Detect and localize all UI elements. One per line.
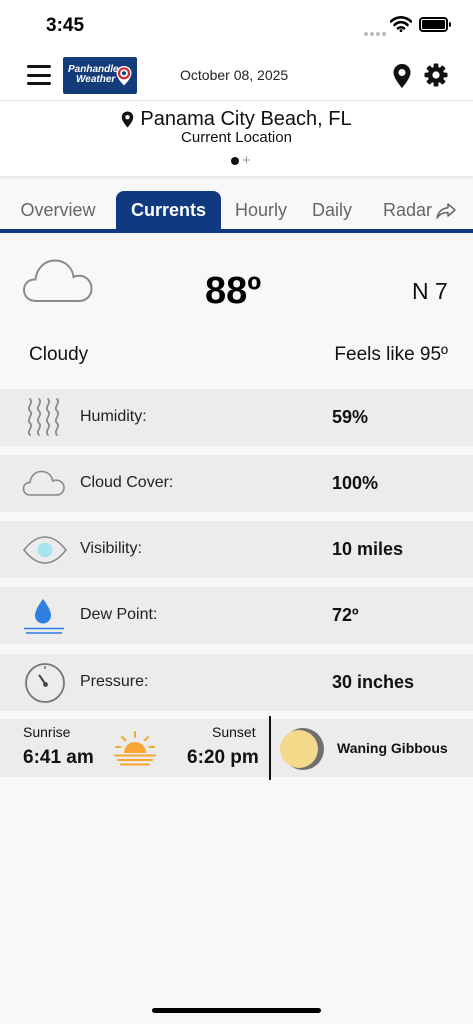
- visibility-label: Visibility:: [80, 540, 142, 557]
- detail-row-dew-point: Dew Point: 72º: [0, 587, 473, 644]
- current-temperature: 88º: [205, 270, 262, 312]
- cloud-cover-label: Cloud Cover:: [80, 474, 174, 491]
- wind-speed: N 7: [412, 278, 448, 304]
- current-conditions: 88º N 7 Cloudy Feels like 95º: [0, 233, 473, 389]
- logo-target-icon: [116, 66, 132, 86]
- tab-radar[interactable]: Radar: [378, 191, 462, 229]
- visibility-value: 10 miles: [332, 539, 404, 559]
- detail-row-visibility: Visibility: 10 miles: [0, 521, 473, 578]
- sunrise-time: 6:41 am: [23, 747, 94, 768]
- humidity-label: Humidity:: [80, 408, 147, 425]
- panhandle-weather-logo: Panhandle Weather: [63, 57, 137, 94]
- detail-row-pressure: Pressure: 30 inches: [0, 654, 473, 711]
- location-pin-icon[interactable]: [392, 63, 412, 89]
- tab-bar: Overview Currents Hourly Daily Radar: [0, 191, 473, 229]
- battery-icon: [419, 17, 451, 32]
- header-date: October 08, 2025: [180, 67, 289, 83]
- location-pager: +: [231, 152, 251, 170]
- sun-moon-divider: [269, 716, 271, 780]
- pressure-label: Pressure:: [80, 673, 149, 690]
- signal-dots-icon: [364, 23, 388, 41]
- status-bar: 3:45: [0, 0, 473, 50]
- location-name: Panama City Beach, FL: [140, 108, 352, 130]
- pressure-value: 30 inches: [332, 672, 415, 692]
- pressure-gauge-icon: [25, 663, 65, 703]
- location-header[interactable]: Panama City Beach, FL Current Location +: [0, 101, 473, 176]
- tab-radar-label: Radar: [382, 200, 433, 220]
- hamburger-menu-icon[interactable]: [27, 65, 51, 85]
- sun-moon-panel: Sunrise 6:41 am Sunset 6:20 pm Waning Gi…: [0, 716, 473, 780]
- feels-like-text: Feels like 95º: [334, 344, 448, 365]
- visibility-eye-icon: [22, 536, 68, 564]
- tab-daily[interactable]: Daily: [305, 191, 359, 229]
- detail-row-humidity: Humidity: 59%: [0, 389, 473, 446]
- sunset-sun-icon: [114, 731, 156, 766]
- condition-text: Cloudy: [29, 344, 89, 365]
- cloud-cover-value: 100%: [332, 473, 379, 493]
- humidity-icon: [27, 398, 60, 436]
- app-header: Panhandle Weather October 08, 2025: [0, 50, 473, 101]
- tab-overview[interactable]: Overview: [12, 191, 104, 229]
- sunrise-label: Sunrise: [23, 724, 71, 740]
- settings-gear-icon[interactable]: [424, 63, 448, 87]
- dew-point-drop-icon: [24, 599, 64, 634]
- cloudy-condition-icon: [22, 259, 93, 302]
- status-time: 3:45: [46, 15, 85, 36]
- sunset-label: Sunset: [212, 724, 256, 740]
- home-indicator[interactable]: [152, 1008, 321, 1013]
- cloud-cover-icon: [22, 470, 65, 496]
- dew-point-value: 72º: [332, 605, 359, 625]
- moon-phase-icon: [280, 728, 324, 770]
- humidity-value: 59%: [332, 407, 369, 427]
- location-pin-small-icon: [122, 111, 134, 128]
- wifi-icon: [390, 16, 412, 32]
- add-location-plus[interactable]: +: [242, 153, 251, 168]
- pager-dot-active[interactable]: [231, 156, 239, 165]
- tab-hourly[interactable]: Hourly: [230, 191, 292, 229]
- detail-row-cloud-cover: Cloud Cover: 100%: [0, 455, 473, 512]
- dew-point-label: Dew Point:: [80, 606, 158, 623]
- moon-phase-label: Waning Gibbous: [337, 740, 448, 756]
- location-subtitle: Current Location: [181, 129, 292, 146]
- tab-currents[interactable]: Currents: [116, 191, 221, 229]
- logo-line-2: Weather: [76, 74, 116, 85]
- radar-share-arrow-icon: [436, 203, 456, 219]
- sunset-time: 6:20 pm: [187, 747, 259, 768]
